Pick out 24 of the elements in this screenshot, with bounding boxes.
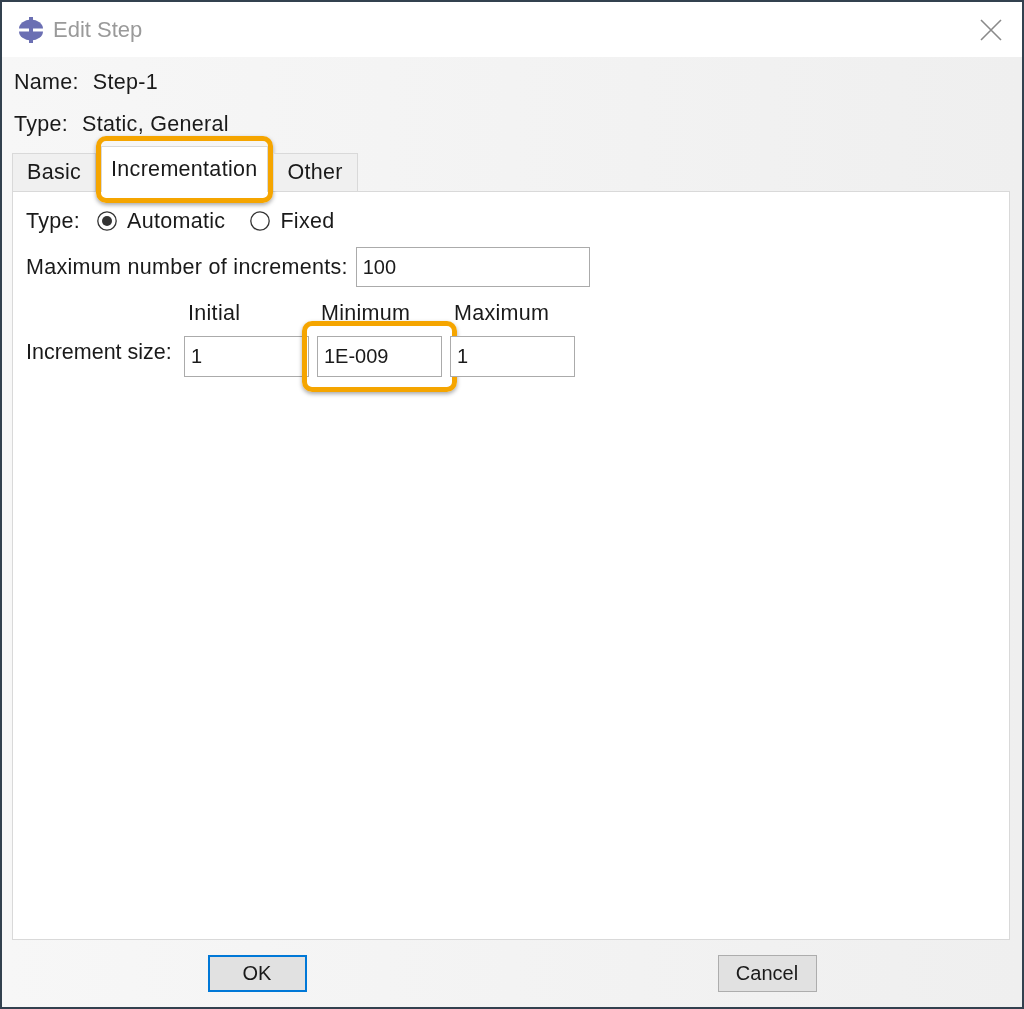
column-heading: Initial — [187, 299, 242, 327]
field-label: Type: — [26, 208, 81, 234]
radio-button[interactable]: Automatic — [97, 208, 226, 234]
field-value: Step-1 — [92, 72, 158, 94]
field-label: Type: — [14, 114, 69, 136]
tab[interactable]: Incrementation — [101, 146, 268, 192]
close-icon[interactable] — [980, 18, 1002, 41]
app-logo-icon — [17, 16, 45, 43]
text-field[interactable]: 1 — [450, 336, 575, 377]
tab[interactable]: Basic — [12, 153, 97, 191]
text-field[interactable]: 1 — [184, 336, 309, 377]
field-label: Name: — [14, 72, 79, 94]
radio-button[interactable]: Fixed — [250, 208, 335, 234]
column-heading: Minimum — [320, 299, 412, 327]
field-label: Increment size: — [26, 340, 173, 365]
text-field[interactable]: 100 — [355, 247, 590, 287]
column-heading: Maximum — [453, 299, 551, 327]
dialog-button[interactable]: OK — [207, 955, 307, 992]
tab[interactable]: Other — [272, 153, 358, 191]
text-field[interactable]: 1E-009 — [317, 336, 442, 377]
field-value: Static, General — [82, 114, 229, 136]
field-label: Maximum number of increments: — [26, 254, 348, 280]
dialog-button[interactable]: Cancel — [717, 955, 817, 992]
window-title: Edit Step — [53, 16, 144, 43]
